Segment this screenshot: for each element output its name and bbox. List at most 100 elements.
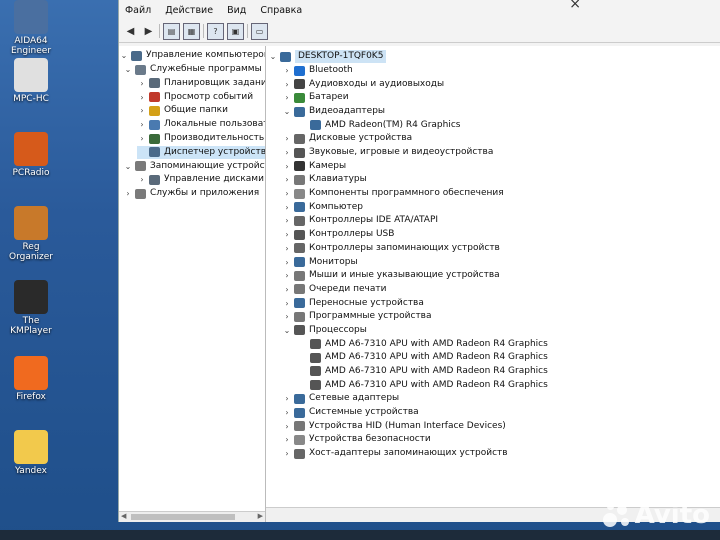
device-tree-item[interactable]: › Аудиовходы и аудиовыходы xyxy=(282,78,444,91)
desktop-icon[interactable]: MPC-HC xyxy=(2,58,60,104)
collapse-arrow-icon[interactable]: ⌄ xyxy=(123,63,133,76)
collapse-arrow-icon[interactable]: ⌄ xyxy=(268,50,278,63)
monitor-icon[interactable]: ▭ xyxy=(251,22,268,40)
device-tree-item[interactable]: AMD A6-7310 APU with AMD Radeon R4 Graph… xyxy=(298,351,548,364)
device-tree-root[interactable]: ⌄ DESKTOP-1TQF0K5 xyxy=(268,50,387,63)
device-tree-item[interactable]: › Контроллеры IDE ATA/ATAPI xyxy=(282,214,438,227)
expand-arrow-icon[interactable]: › xyxy=(137,91,147,104)
expand-arrow-icon[interactable]: › xyxy=(137,104,147,117)
left-tree-item[interactable]: ⌄ Запоминающие устройств xyxy=(123,160,265,173)
expand-arrow-icon[interactable]: › xyxy=(282,201,292,214)
left-tree-item[interactable]: › Производительность xyxy=(137,132,264,145)
help-icon[interactable]: ? xyxy=(207,22,224,40)
expand-arrow-icon[interactable]: › xyxy=(282,447,292,460)
desktop-icon[interactable]: Firefox xyxy=(2,356,60,402)
device-tree-item[interactable]: › Системные устройства xyxy=(282,406,419,419)
desktop-icon[interactable]: Reg Organizer xyxy=(2,206,60,262)
back-arrow-icon[interactable]: ◀ xyxy=(123,24,138,39)
expand-arrow-icon[interactable]: › xyxy=(282,214,292,227)
device-tree-item[interactable]: › Компоненты программного обеспечения xyxy=(282,187,504,200)
menu-help[interactable]: Справка xyxy=(260,5,302,16)
desktop-icon[interactable]: Yandex xyxy=(2,430,60,476)
expand-arrow-icon[interactable]: › xyxy=(282,64,292,77)
left-tree-item[interactable]: Диспетчер устройств xyxy=(137,145,265,159)
collapse-arrow-icon[interactable]: ⌄ xyxy=(282,324,292,337)
device-tree-item[interactable]: › Батареи xyxy=(282,91,349,104)
expand-arrow-icon[interactable]: › xyxy=(282,228,292,241)
expand-arrow-icon[interactable]: › xyxy=(282,420,292,433)
device-tree-item[interactable]: ⌄ Процессоры xyxy=(282,324,367,337)
device-tree-item[interactable]: AMD Radeon(TM) R4 Graphics xyxy=(298,119,460,132)
left-tree-item[interactable]: › Локальные пользовате xyxy=(137,118,265,131)
collapse-arrow-icon[interactable]: ⌄ xyxy=(282,105,292,118)
expand-arrow-icon[interactable]: › xyxy=(282,256,292,269)
expand-arrow-icon[interactable]: › xyxy=(282,283,292,296)
desktop-icon[interactable]: PCRadio xyxy=(2,132,60,178)
expand-arrow-icon[interactable]: › xyxy=(282,173,292,186)
scroll-left-icon[interactable]: ◀ xyxy=(121,512,126,520)
device-tree-item[interactable]: › Мыши и иные указывающие устройства xyxy=(282,269,500,282)
expand-arrow-icon[interactable]: › xyxy=(282,310,292,323)
tree-item-label: Служебные программы xyxy=(150,64,262,74)
device-tree-item[interactable]: › Очереди печати xyxy=(282,283,386,296)
left-tree-item[interactable]: › Общие папки xyxy=(137,104,228,117)
desktop-icon[interactable]: The KMPlayer xyxy=(2,280,60,336)
expand-arrow-icon[interactable]: › xyxy=(282,242,292,255)
device-tree-item[interactable]: › Переносные устройства xyxy=(282,297,424,310)
device-tree-item[interactable]: › Контроллеры USB xyxy=(282,228,394,241)
expand-arrow-icon[interactable]: › xyxy=(282,146,292,159)
expand-arrow-icon[interactable]: › xyxy=(282,78,292,91)
expand-arrow-icon[interactable]: › xyxy=(282,187,292,200)
left-tree-item[interactable]: › Управление дисками xyxy=(137,173,264,186)
device-tree-item[interactable]: AMD A6-7310 APU with AMD Radeon R4 Graph… xyxy=(298,338,548,351)
device-tree-item[interactable]: ⌄ Видеоадаптеры xyxy=(282,105,385,118)
device-tree-item[interactable]: › Компьютер xyxy=(282,201,363,214)
left-tree-item[interactable]: ⌄ Служебные программы xyxy=(123,63,262,76)
menu-view[interactable]: Вид xyxy=(227,5,246,16)
device-tree-item[interactable]: AMD A6-7310 APU with AMD Radeon R4 Graph… xyxy=(298,365,548,378)
expand-arrow-icon[interactable]: › xyxy=(282,160,292,173)
expand-arrow-icon[interactable]: › xyxy=(137,77,147,90)
expand-arrow-icon[interactable]: › xyxy=(282,433,292,446)
expand-arrow-icon[interactable]: › xyxy=(282,91,292,104)
desktop-icon[interactable]: AIDA64 Engineer xyxy=(2,0,60,56)
expand-arrow-icon[interactable]: › xyxy=(282,132,292,145)
menu-action[interactable]: Действие xyxy=(165,5,213,16)
device-tree-item[interactable]: › Bluetooth xyxy=(282,64,353,77)
device-tree-item[interactable]: › Сетевые адаптеры xyxy=(282,392,399,405)
close-icon[interactable]: × xyxy=(569,0,581,12)
device-tree-item[interactable]: › Программные устройства xyxy=(282,310,432,323)
up-folder-icon[interactable]: ▤ xyxy=(163,22,180,40)
scroll-right-icon[interactable]: ▶ xyxy=(258,512,263,520)
menu-file[interactable]: Файл xyxy=(125,5,151,16)
show-hide-tree-icon[interactable]: ▦ xyxy=(183,22,200,40)
scrollbar-thumb[interactable] xyxy=(131,514,235,520)
expand-arrow-icon[interactable]: › xyxy=(282,269,292,282)
horizontal-scrollbar[interactable]: ◀ ▶ xyxy=(119,511,265,522)
expand-arrow-icon[interactable]: › xyxy=(137,132,147,145)
collapse-arrow-icon[interactable]: ⌄ xyxy=(119,49,129,62)
expand-arrow-icon[interactable]: › xyxy=(137,173,147,186)
device-tree-item[interactable]: AMD A6-7310 APU with AMD Radeon R4 Graph… xyxy=(298,379,548,392)
device-tree-item[interactable]: › Контроллеры запоминающих устройств xyxy=(282,242,500,255)
left-tree-item[interactable]: › Планировщик заданий xyxy=(137,77,265,90)
device-tree-item[interactable]: › Дисковые устройства xyxy=(282,132,412,145)
collapse-arrow-icon[interactable]: ⌄ xyxy=(123,160,133,173)
expand-arrow-icon[interactable]: › xyxy=(282,406,292,419)
device-tree-item[interactable]: › Хост-адаптеры запоминающих устройств xyxy=(282,447,508,460)
forward-arrow-icon[interactable]: ▶ xyxy=(141,24,156,39)
device-tree-item[interactable]: › Устройства HID (Human Interface Devices… xyxy=(282,420,506,433)
expand-arrow-icon[interactable]: › xyxy=(137,118,147,131)
tree-root[interactable]: ⌄ Управление компьютером (л xyxy=(119,49,265,62)
expand-arrow-icon[interactable]: › xyxy=(123,187,133,200)
left-tree-item[interactable]: › Просмотр событий xyxy=(137,91,253,104)
device-tree-item[interactable]: › Камеры xyxy=(282,160,346,173)
properties-icon[interactable]: ▣ xyxy=(227,22,244,40)
expand-arrow-icon[interactable]: › xyxy=(282,297,292,310)
device-tree-item[interactable]: › Устройства безопасности xyxy=(282,433,431,446)
device-tree-item[interactable]: › Мониторы xyxy=(282,256,358,269)
left-tree-item[interactable]: › Службы и приложения xyxy=(123,187,259,200)
expand-arrow-icon[interactable]: › xyxy=(282,392,292,405)
device-tree-item[interactable]: › Клавиатуры xyxy=(282,173,367,186)
device-tree-item[interactable]: › Звуковые, игровые и видеоустройства xyxy=(282,146,493,159)
